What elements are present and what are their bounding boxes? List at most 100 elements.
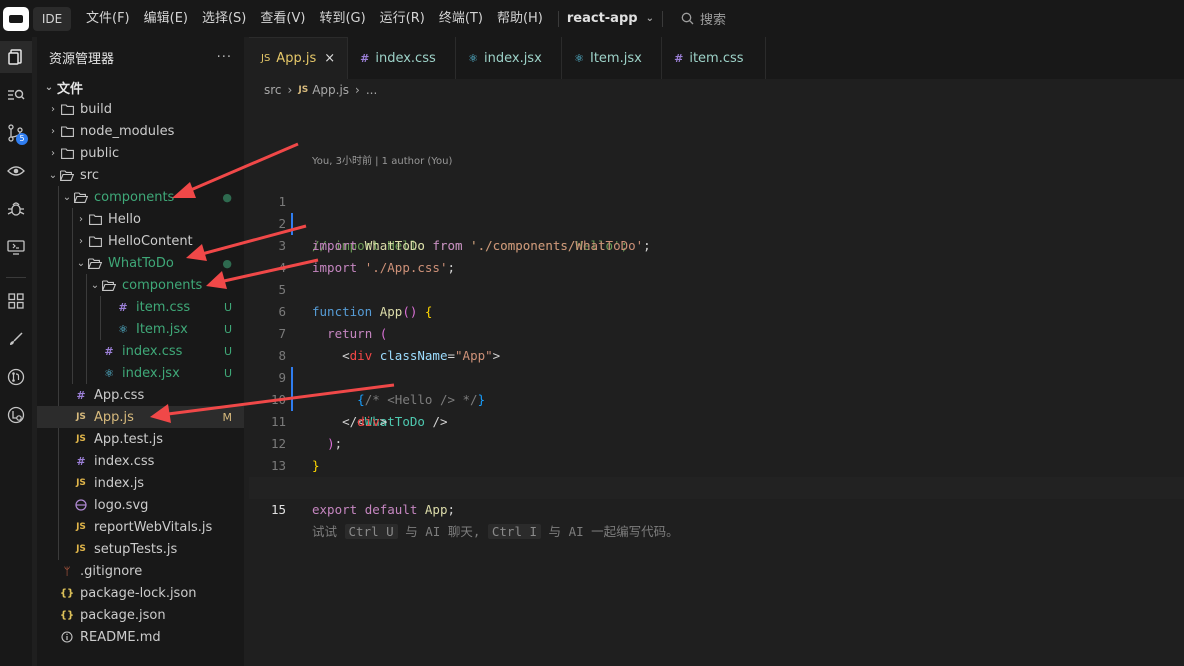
tree-item-item-css[interactable]: # item.css U <box>37 296 244 318</box>
search-list-icon <box>8 89 25 100</box>
breadcrumb-symbol[interactable]: ... <box>366 83 377 97</box>
tree-item-label: reportWebVitals.js <box>94 519 213 535</box>
js-file-icon: JS <box>76 522 86 532</box>
git-status: M <box>222 410 233 424</box>
chevron-right-icon: › <box>51 147 55 159</box>
js-file-icon: JS <box>261 53 271 64</box>
tree-item-components[interactable]: ⌄ components ● <box>37 186 244 208</box>
svg-file-icon <box>73 498 89 512</box>
tree-item-index-js[interactable]: JS index.js <box>37 472 244 494</box>
menu-view[interactable]: 查看(V) <box>253 0 312 37</box>
change-dot-icon: ● <box>222 256 232 270</box>
project-name: react-app <box>566 11 638 26</box>
tab-label: index.css <box>375 50 436 66</box>
git-status: U <box>223 366 232 380</box>
menu-run[interactable]: 运行(R) <box>373 0 432 37</box>
tree-item-index-css[interactable]: # index.css U <box>37 340 244 362</box>
tree-item-whattodo[interactable]: ⌄ WhatToDo ● <box>37 252 244 274</box>
menu-file[interactable]: 文件(F) <box>79 0 137 37</box>
search-box[interactable]: 搜索 <box>681 9 726 28</box>
project-switcher[interactable]: react-app ⌄ <box>567 11 654 26</box>
search-label: 搜索 <box>699 13 726 28</box>
tree-item-reportwebvitals-js[interactable]: JS reportWebVitals.js <box>37 516 244 538</box>
files-section-header[interactable]: ⌄ 文件 <box>37 76 244 98</box>
tree-item-logo-svg[interactable]: logo.svg <box>37 494 244 516</box>
code-line: 12 } <box>249 411 1184 473</box>
breadcrumb-file[interactable]: App.js <box>312 83 349 97</box>
tree-item-src[interactable]: ⌄ src <box>37 164 244 186</box>
tree-item-label: App.test.js <box>94 431 164 447</box>
code-line: 14 export default App; <box>249 455 1184 517</box>
explorer-button[interactable] <box>0 41 32 73</box>
search-panel-button[interactable] <box>0 79 32 111</box>
tree-item-setuptests-js[interactable]: JS setupTests.js <box>37 538 244 560</box>
tree-item-build[interactable]: › build <box>37 98 244 120</box>
chevron-down-icon: ⌄ <box>645 13 654 24</box>
tree-item-app-js[interactable]: JS App.js M <box>37 406 244 428</box>
debug-button[interactable] <box>0 193 32 225</box>
scm-badge: 5 <box>16 133 28 145</box>
tree-item-public[interactable]: › public <box>37 142 244 164</box>
more-actions-button[interactable]: ··· <box>217 50 232 65</box>
codelens-blame[interactable]: You, 3小时前 | 1 author (You) <box>312 152 452 167</box>
tab-index-css[interactable]: # index.css <box>348 37 457 79</box>
json-file-icon: {} <box>59 609 75 621</box>
js-file-icon: JS <box>76 544 86 554</box>
git-pull-request-icon <box>7 368 25 386</box>
folder-open-icon <box>59 168 75 182</box>
menu-go[interactable]: 转到(G) <box>312 0 372 37</box>
tree-item-hello[interactable]: › Hello <box>37 208 244 230</box>
tree-item-label: App.js <box>94 409 134 425</box>
source-control-button[interactable]: 5 <box>0 117 32 149</box>
tree-item-label: components <box>94 189 175 205</box>
menu-edit[interactable]: 编辑(E) <box>137 0 195 37</box>
folder-open-icon <box>87 256 103 270</box>
extensions-button[interactable] <box>0 285 32 317</box>
tree-item-src-index-css[interactable]: # index.css <box>37 450 244 472</box>
preview-button[interactable] <box>0 155 32 187</box>
chevron-right-icon: › <box>287 83 293 97</box>
remote-button[interactable] <box>0 231 32 263</box>
brush-button[interactable] <box>0 323 32 355</box>
bug-icon <box>7 202 25 216</box>
pull-request-button[interactable] <box>0 361 32 393</box>
tab-label: App.js <box>276 51 317 66</box>
chevron-down-icon: ⌄ <box>90 279 100 291</box>
tree-item-hellocontent[interactable]: › HelloContent <box>37 230 244 252</box>
search-icon <box>681 12 694 25</box>
tree-item-label: index.jsx <box>122 365 180 381</box>
tree-item-label: App.css <box>94 387 145 403</box>
tree-item-label: item.css <box>136 299 191 315</box>
tree-item-app-css[interactable]: # App.css <box>37 384 244 406</box>
tab-label: Item.jsx <box>590 50 642 66</box>
tree-item-item-jsx[interactable]: ⚛ Item.jsx U <box>37 318 244 340</box>
tab-label: index.jsx <box>484 50 542 66</box>
tree-item-package-json[interactable]: {} package.json <box>37 604 244 626</box>
tab-item-jsx[interactable]: ⚛ Item.jsx <box>562 37 663 79</box>
menu-help[interactable]: 帮助(H) <box>490 0 550 37</box>
tab-item-css[interactable]: # item.css <box>662 37 767 79</box>
tree-item-package-lock-json[interactable]: {} package-lock.json <box>37 582 244 604</box>
explorer-panel: 资源管理器 ··· ⌄ 文件 › build › node_modules › … <box>37 37 244 666</box>
tree-item-node-modules[interactable]: › node_modules <box>37 120 244 142</box>
js-test-file-icon: JS <box>76 434 86 444</box>
tree-item-gitignore[interactable]: ᛘ .gitignore <box>37 560 244 582</box>
divider <box>557 10 559 27</box>
css-file-icon: # <box>360 51 370 65</box>
tab-index-jsx[interactable]: ⚛ index.jsx <box>456 37 563 79</box>
code-line: 7 <div className="App"> <box>249 301 1184 363</box>
menu-terminal[interactable]: 终端(T) <box>432 0 490 37</box>
breadcrumb-folder[interactable]: src <box>264 83 282 97</box>
tab-label: item.css <box>689 50 744 66</box>
tree-item-index-jsx[interactable]: ⚛ index.jsx U <box>37 362 244 384</box>
close-icon[interactable]: × <box>324 51 335 66</box>
tree-item-components-nested[interactable]: ⌄ components <box>37 274 244 296</box>
menu-selection[interactable]: 选择(S) <box>195 0 253 37</box>
tree-item-readme-md[interactable]: README.md <box>37 626 244 648</box>
tab-app-js[interactable]: JS App.js × <box>249 37 349 79</box>
css-file-icon: # <box>76 454 86 468</box>
css-file-icon: # <box>104 344 114 358</box>
assistant-button[interactable] <box>0 399 32 431</box>
tree-item-label: package-lock.json <box>80 585 197 601</box>
tree-item-app-test-js[interactable]: JS App.test.js <box>37 428 244 450</box>
